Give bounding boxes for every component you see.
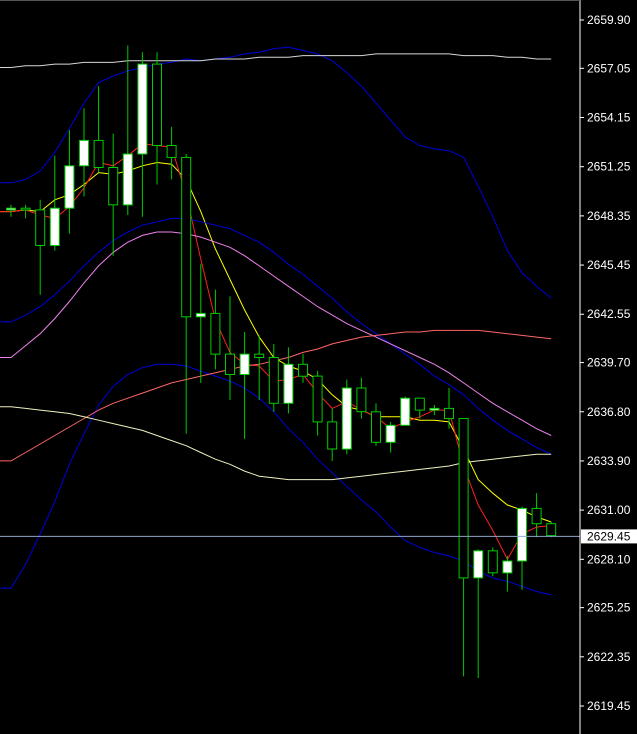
candle-body — [152, 63, 162, 146]
candle-body — [341, 387, 352, 450]
candle-body — [400, 397, 411, 426]
candle-body — [312, 375, 323, 423]
candle-body — [298, 363, 308, 377]
candle-body — [531, 507, 542, 525]
candle-body — [35, 209, 46, 246]
candle — [487, 547, 498, 577]
candle-body — [444, 407, 454, 420]
candle-body — [473, 550, 484, 579]
candle-body — [137, 63, 148, 155]
y-tick-label: 2631.00 — [587, 503, 631, 517]
candle-body — [502, 560, 513, 574]
y-tick-label: 2645.45 — [587, 258, 631, 272]
candle-body — [414, 397, 425, 411]
candle-body — [429, 407, 440, 411]
candle-body — [181, 156, 192, 318]
candle-body — [487, 550, 498, 574]
chart-root: 2659.90 2657.05 2654.15 2651.25 2648.35 2645.… — [0, 0, 637, 734]
candle-body — [225, 353, 235, 376]
candle-body — [79, 139, 89, 167]
candle-body — [20, 207, 31, 211]
candle-body — [210, 312, 221, 355]
candle-body — [385, 424, 396, 443]
candlestick-chart: 2659.90 2657.05 2654.15 2651.25 2648.35 2645.… — [0, 0, 637, 734]
candle-body — [546, 523, 557, 537]
candle-body — [356, 387, 367, 413]
y-tick-label: 2651.25 — [587, 160, 631, 174]
candle-body — [517, 507, 527, 562]
candle-body — [64, 165, 75, 209]
candle-body — [458, 418, 469, 579]
current-price-tag: 2629.45 — [581, 529, 637, 544]
candle-body — [283, 363, 294, 404]
y-tick-label: 2648.35 — [587, 209, 631, 223]
y-tick-label: 2659.90 — [587, 13, 631, 27]
candle-body — [327, 421, 338, 450]
y-tick-label: 2636.80 — [587, 405, 631, 419]
y-tick-label: 2654.15 — [587, 111, 631, 125]
y-tick-label: 2657.05 — [587, 61, 631, 75]
candle-body — [254, 353, 265, 359]
candle-body — [268, 357, 279, 404]
candle — [546, 521, 557, 538]
plot-background — [0, 0, 637, 734]
candle-body — [195, 312, 206, 318]
y-tick-label: 2625.25 — [587, 601, 631, 615]
y-tick-label: 2619.45 — [587, 699, 631, 713]
candle-body — [122, 153, 133, 206]
current-price-label: 2629.45 — [587, 529, 631, 543]
candle-body — [239, 353, 250, 376]
candle — [400, 396, 411, 426]
y-tick-label: 2628.10 — [587, 552, 631, 566]
y-tick-label: 2639.70 — [587, 356, 631, 370]
candle — [341, 379, 352, 455]
candle-body — [166, 145, 177, 158]
candle-body — [93, 139, 104, 168]
y-tick-label: 2642.55 — [587, 307, 631, 321]
y-tick-label: 2622.35 — [587, 650, 631, 664]
candle-body — [108, 167, 119, 206]
y-tick-label: 2633.90 — [587, 454, 631, 468]
candle-body — [49, 207, 60, 246]
candle-body — [6, 207, 16, 211]
candle-body — [371, 411, 381, 443]
